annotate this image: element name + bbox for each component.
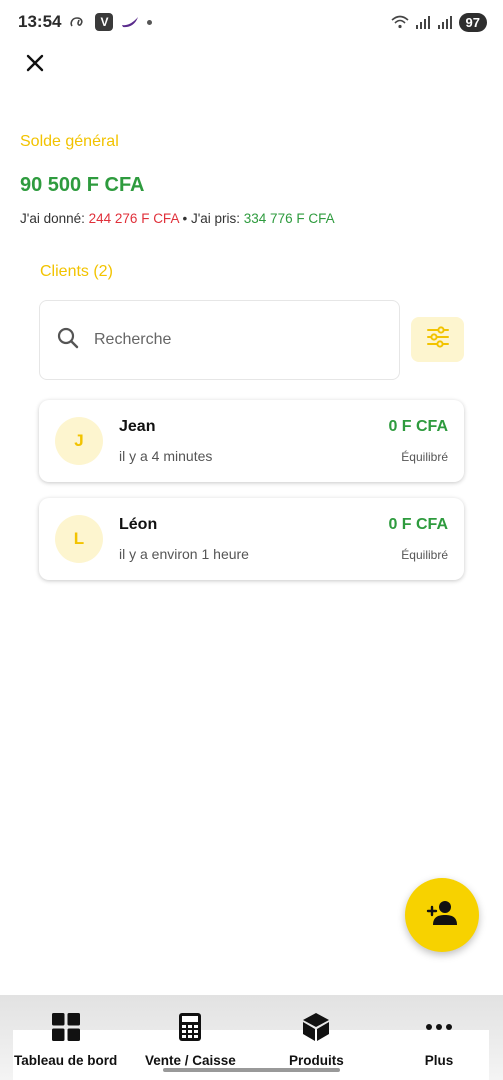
close-icon: [26, 54, 44, 77]
calculator-icon: [178, 1012, 202, 1047]
nav-dashboard[interactable]: Tableau de bord: [14, 1012, 117, 1068]
more-dots-icon: [424, 1012, 454, 1047]
status-bar: 13:54 V 97: [0, 0, 503, 44]
signal-icon: [415, 15, 431, 29]
box-icon: [301, 1012, 331, 1047]
bird-icon: [121, 15, 139, 29]
client-last-activity: il y a environ 1 heure: [119, 546, 249, 562]
nav-more-label: Plus: [424, 1053, 454, 1068]
clients-title: Clients (2): [40, 263, 113, 280]
at-icon: [69, 15, 87, 29]
battery-icon: 97: [458, 12, 487, 32]
home-indicator[interactable]: [163, 1068, 340, 1072]
nav-more[interactable]: Plus: [424, 1012, 454, 1068]
nav-sales[interactable]: Vente / Caisse: [145, 1012, 236, 1068]
add-client-button[interactable]: [405, 878, 479, 952]
balance-summary: J'ai donné: 244 276 F CFA • J'ai pris: 3…: [20, 211, 335, 226]
balance-value: 90 500 F CFA: [20, 174, 145, 196]
client-info: Jean il y a 4 minutes: [119, 418, 388, 464]
search-placeholder: Recherche: [94, 331, 172, 348]
client-amount: 0 F CFA: [388, 516, 448, 533]
client-name: Jean: [119, 418, 156, 435]
status-right: 97: [391, 12, 487, 32]
nav-products-label: Produits: [289, 1053, 344, 1068]
search-icon: [56, 326, 80, 355]
client-balance: 0 F CFA Équilibré: [388, 418, 448, 464]
status-time: 13:54: [18, 12, 62, 31]
client-info: Léon il y a environ 1 heure: [119, 516, 388, 562]
dot-icon: [147, 19, 153, 25]
avatar: J: [55, 417, 103, 465]
nav-products[interactable]: Produits: [289, 1012, 344, 1068]
taken-value: 334 776 F CFA: [243, 211, 335, 226]
dashboard-grid-icon: [51, 1012, 81, 1047]
wifi-icon: [391, 15, 409, 29]
add-person-icon: [426, 899, 458, 932]
v-app-icon: V: [95, 13, 114, 31]
summary-separator: •: [178, 211, 191, 226]
close-button[interactable]: [20, 50, 50, 80]
nav-dashboard-label: Tableau de bord: [14, 1053, 118, 1068]
client-last-activity: il y a 4 minutes: [119, 448, 213, 464]
taken-label: J'ai pris:: [190, 211, 244, 226]
status-left: 13:54 V: [18, 12, 153, 32]
balance-label: Solde général: [20, 133, 119, 150]
client-name: Léon: [119, 516, 158, 533]
search-input[interactable]: Recherche: [39, 300, 400, 380]
given-label: J'ai donné:: [20, 211, 89, 226]
client-balance: 0 F CFA Équilibré: [388, 516, 448, 562]
client-card[interactable]: L Léon il y a environ 1 heure 0 F CFA Éq…: [39, 498, 464, 580]
avatar: L: [55, 515, 103, 563]
nav-sales-label: Vente / Caisse: [145, 1053, 236, 1068]
filter-button[interactable]: [411, 317, 464, 362]
client-card[interactable]: J Jean il y a 4 minutes 0 F CFA Équilibr…: [39, 400, 464, 482]
client-amount: 0 F CFA: [388, 418, 448, 435]
client-status: Équilibré: [401, 450, 448, 464]
client-status: Équilibré: [401, 548, 448, 562]
given-value: 244 276 F CFA: [88, 211, 179, 226]
filter-sliders-icon: [426, 326, 450, 353]
signal-icon-2: [437, 15, 453, 29]
